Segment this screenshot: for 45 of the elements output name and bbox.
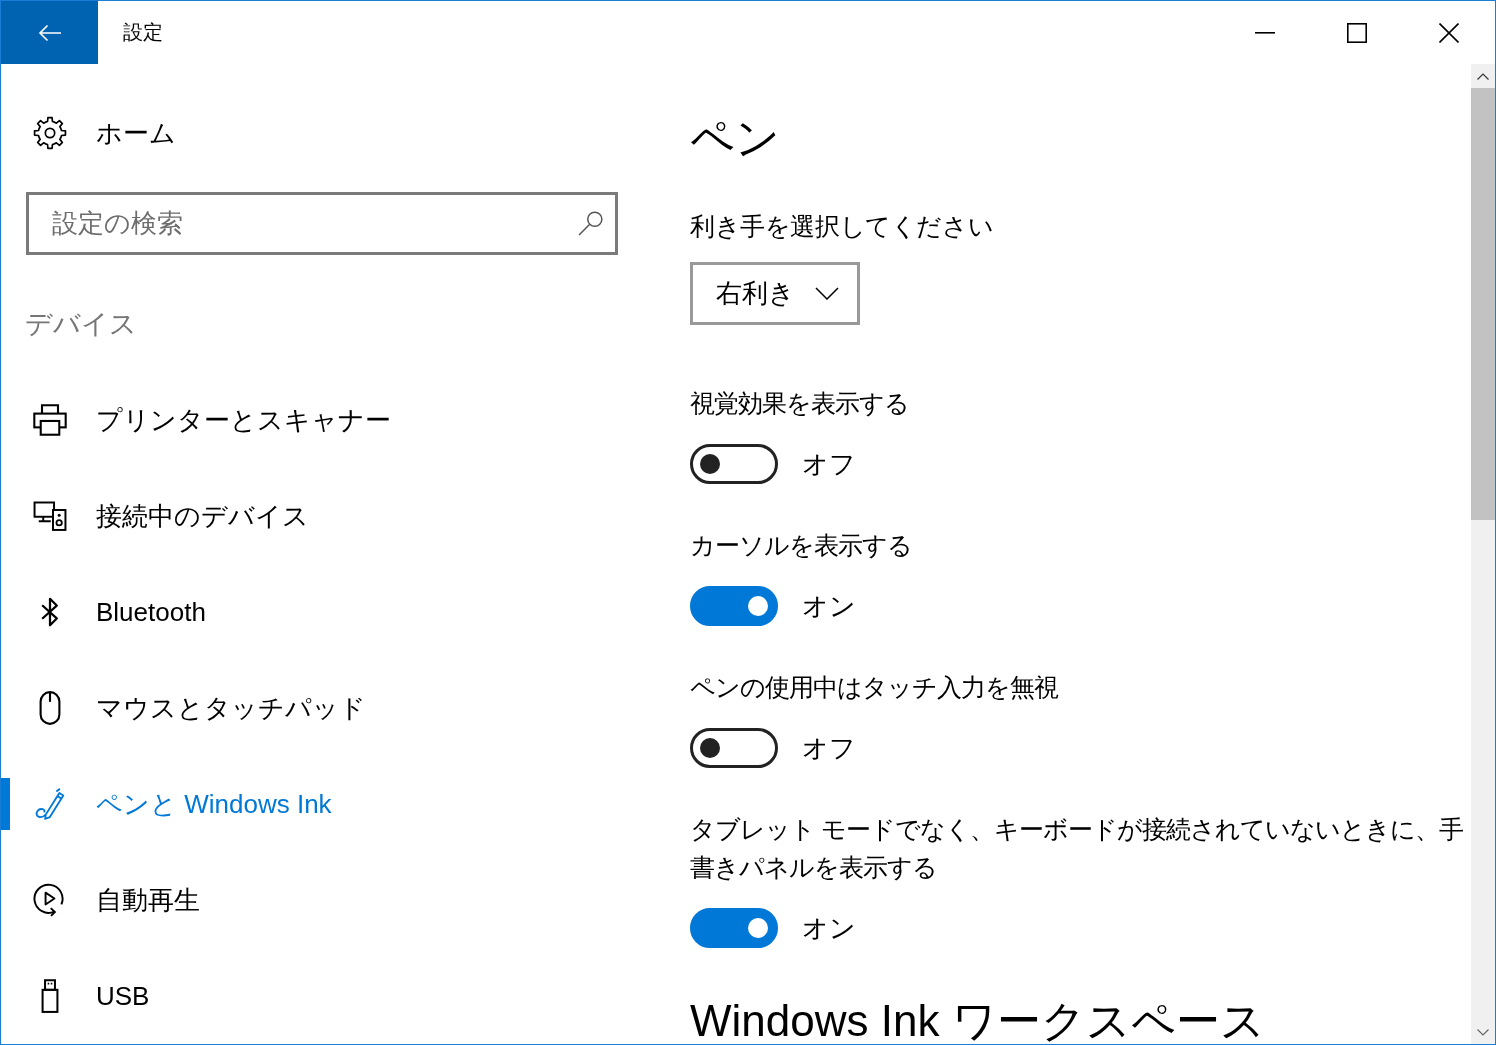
section-label: デバイス — [25, 308, 137, 341]
toggle-switch[interactable] — [690, 728, 778, 768]
minimize-icon — [1255, 31, 1275, 34]
home-link[interactable]: ホーム — [33, 105, 176, 161]
handedness-dropdown[interactable]: 右利き — [690, 262, 860, 325]
toggle-state-label: オフ — [802, 731, 856, 765]
nav-item[interactable]: 自動再生 — [33, 882, 200, 918]
toggle-state-label: オン — [802, 911, 856, 945]
nav-item[interactable]: プリンターとスキャナー — [33, 402, 391, 438]
nav-item[interactable]: Bluetooth — [33, 596, 206, 628]
chevron-down-icon[interactable] — [1477, 1028, 1489, 1036]
usb-drive-icon — [40, 979, 60, 1013]
selection-indicator — [1, 778, 10, 830]
gear-icon — [33, 116, 67, 150]
monitor-speaker-icon — [33, 501, 67, 531]
mouse-icon — [38, 691, 62, 725]
setting-label: ペンの使用中はタッチ入力を無視 — [690, 672, 1058, 703]
search-icon — [578, 210, 604, 236]
nav-item[interactable]: USB — [33, 979, 150, 1013]
bluetooth-icon — [41, 596, 59, 628]
nav-item[interactable]: マウスとタッチパッド — [33, 690, 366, 726]
window-title: 設定 — [123, 20, 163, 45]
setting-label: カーソルを表示する — [690, 530, 912, 561]
setting-label: 利き手を選択してください — [690, 211, 994, 242]
toggle-switch[interactable] — [690, 586, 778, 626]
nav-item[interactable]: ペンと Windows Ink — [33, 786, 332, 822]
printer-icon — [33, 404, 67, 436]
page-title: ペン — [690, 112, 780, 164]
maximize-icon — [1347, 22, 1367, 43]
section-heading: Windows Ink ワークスペース — [690, 996, 1265, 1044]
toggle-switch[interactable] — [690, 908, 778, 948]
nav-item[interactable]: 接続中のデバイス — [33, 498, 309, 534]
toggle-state-label: オン — [802, 589, 856, 623]
setting-label: 視覚効果を表示する — [690, 388, 909, 419]
search-field[interactable]: 設定の検索 — [26, 192, 618, 255]
toggle-switch[interactable] — [690, 444, 778, 484]
play-circle-icon — [33, 883, 67, 917]
toggle-state-label: オフ — [802, 447, 856, 481]
setting-label: タブレット モードでなく、キーボードが接続されていないときに、手書きパネルを表示する — [690, 814, 1464, 883]
arrow-left-icon — [37, 23, 62, 42]
close-icon — [1439, 22, 1459, 43]
chevron-up-icon[interactable] — [1477, 72, 1489, 80]
chevron-down-icon — [815, 287, 839, 300]
scrollbar-thumb[interactable] — [1471, 88, 1495, 520]
pen-icon — [33, 787, 67, 821]
